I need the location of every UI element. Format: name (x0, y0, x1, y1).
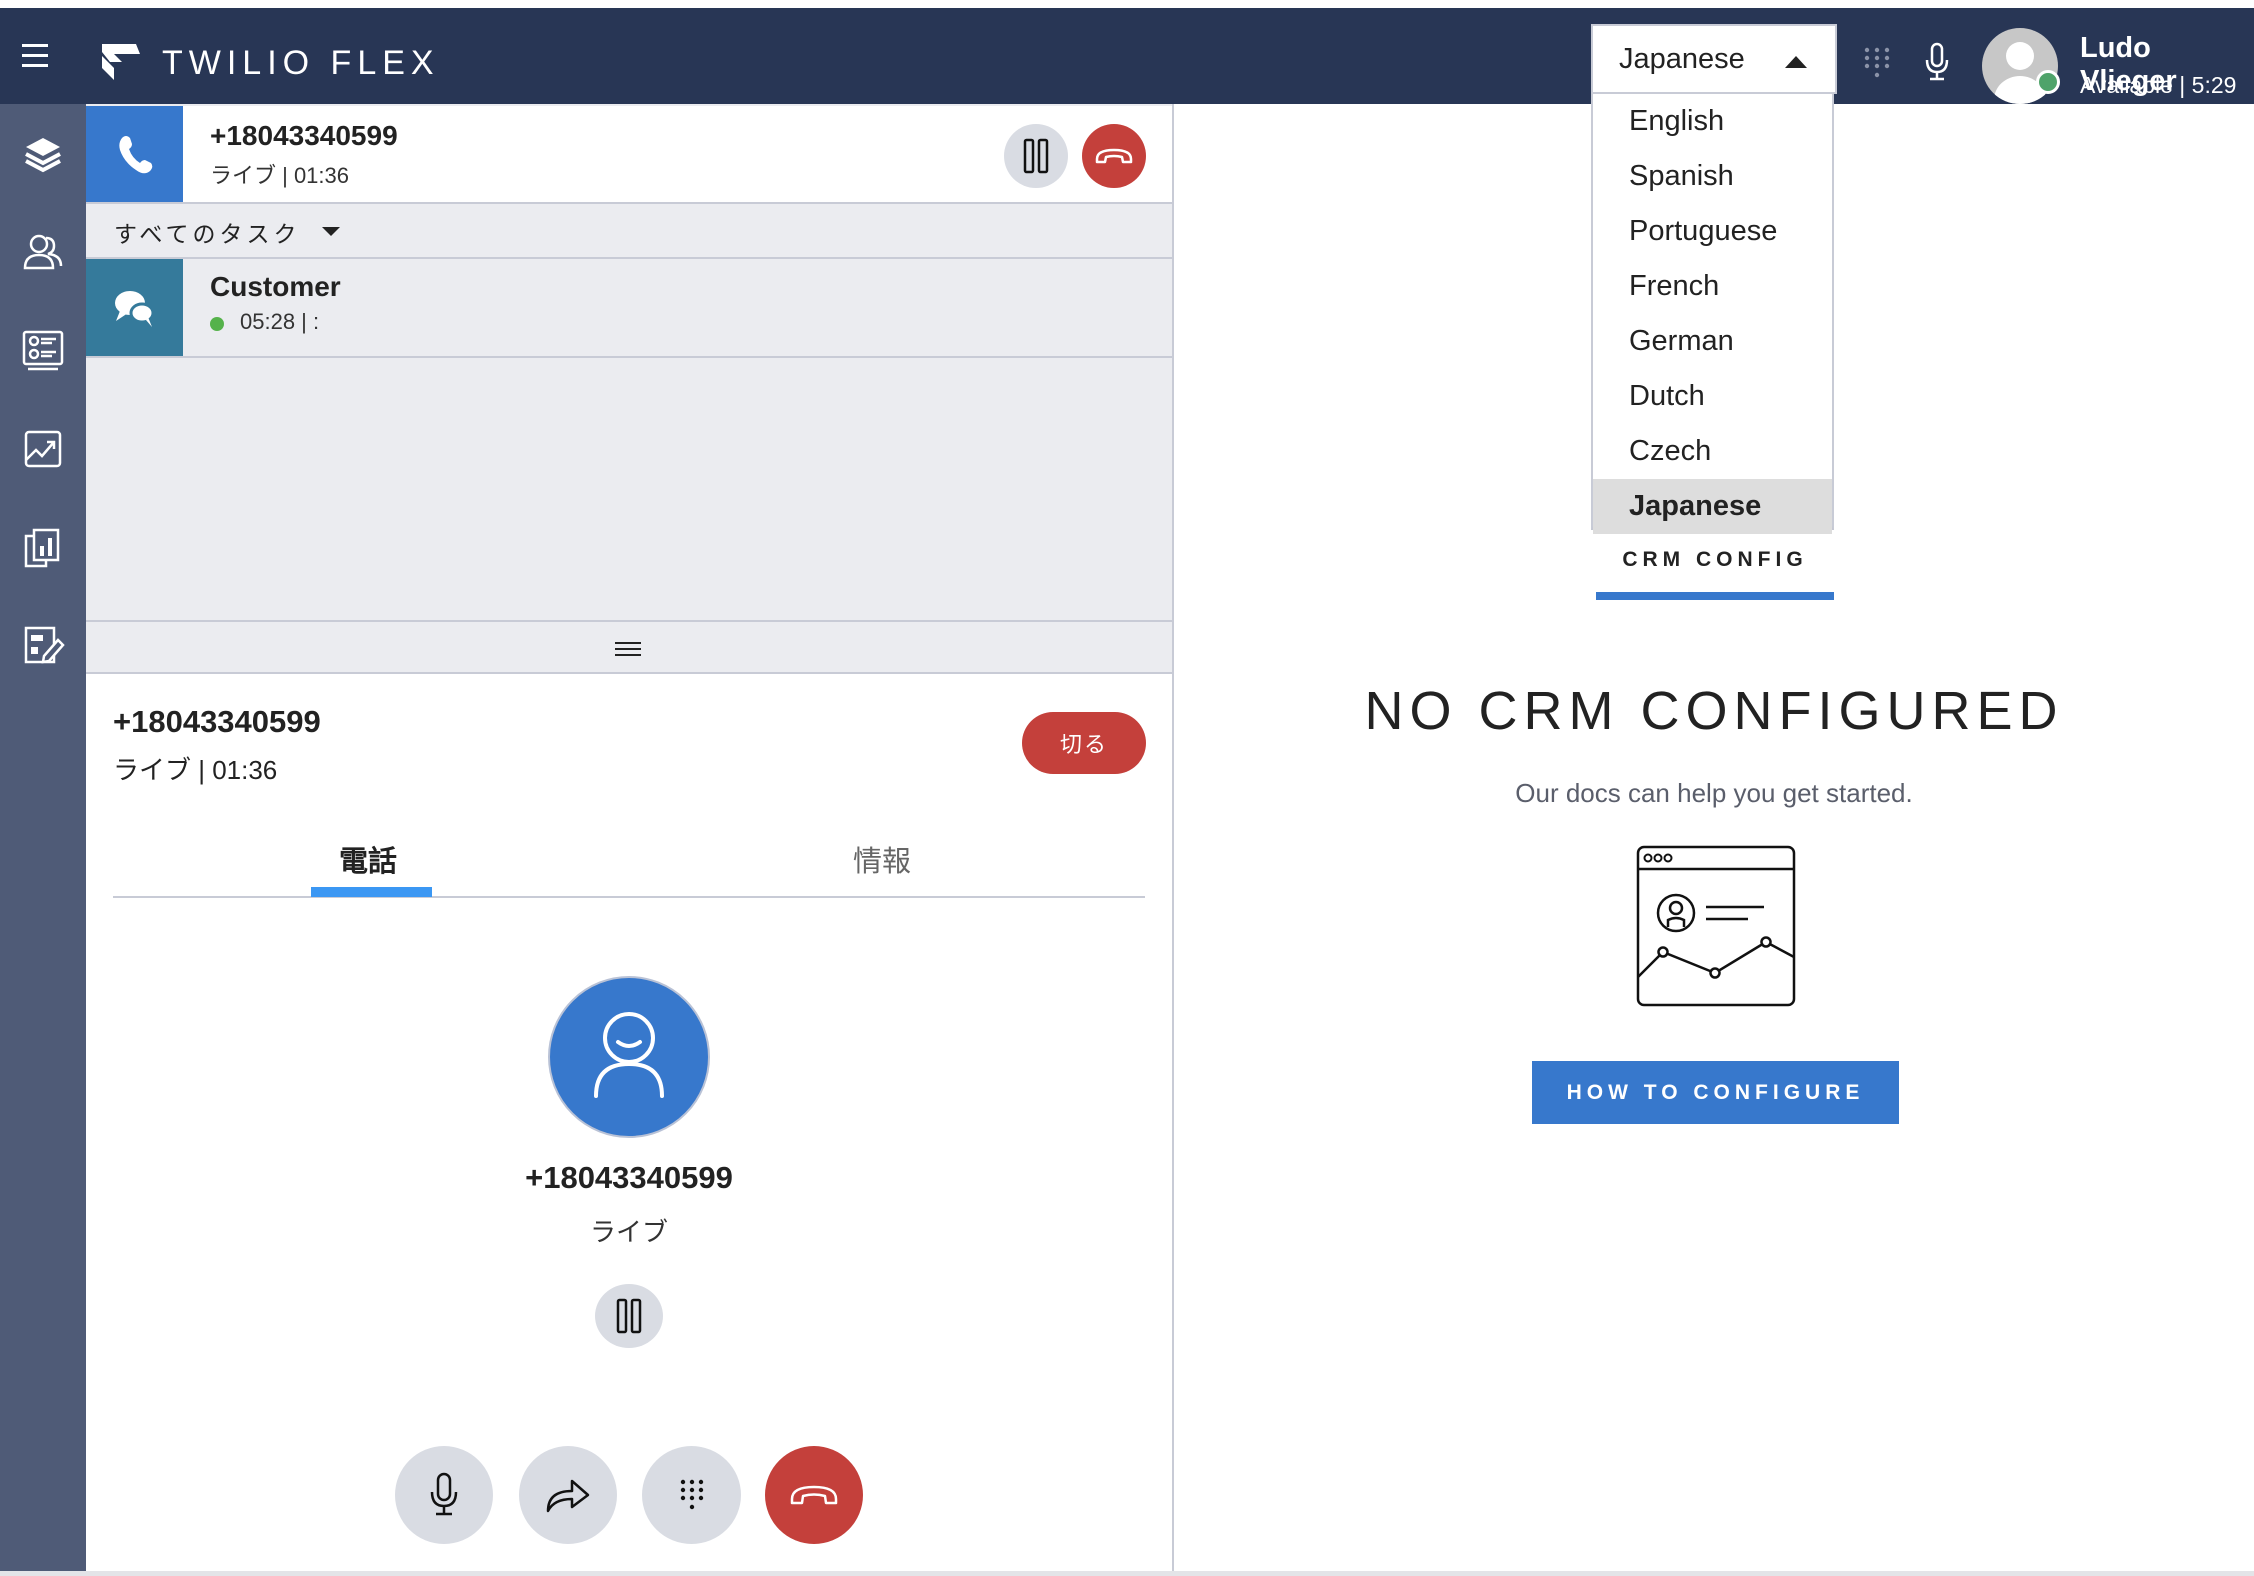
availability-status-dot (2036, 70, 2060, 94)
pause-icon (1023, 138, 1049, 174)
tab-crm-config[interactable]: CRM CONFIG (1596, 548, 1834, 572)
hold-button[interactable] (1004, 124, 1068, 188)
task-item-voice[interactable]: +18043340599 ライブ | 01:36 (86, 106, 1172, 204)
call-status: ライブ | 01:36 (113, 755, 278, 785)
bottom-strip (0, 1571, 2254, 1576)
task-subtitle: 05:28 | : (240, 309, 320, 334)
crm-browser-illustration-icon (1636, 845, 1796, 1007)
task-subtitle: ライブ | 01:36 (210, 163, 349, 188)
dialpad-icon (680, 1479, 703, 1510)
language-options-list: English Spanish Portuguese French German… (1591, 94, 1834, 534)
twilio-flex-logo-icon (100, 44, 140, 80)
chat-bubbles-icon (115, 291, 155, 327)
end-call-button[interactable]: 切る (1022, 712, 1146, 774)
hamburger-line (22, 64, 48, 67)
active-tab-indicator (311, 887, 432, 897)
hangup-icon (1095, 148, 1133, 164)
dialpad-icon[interactable] (1862, 46, 1892, 82)
phone-icon (119, 136, 153, 174)
top-strip (0, 0, 2254, 8)
participant-hold-button[interactable] (595, 1284, 663, 1348)
tab-call[interactable]: 電話 (339, 838, 397, 880)
layers-icon[interactable] (18, 130, 68, 180)
crm-empty-title: NO CRM CONFIGURED (1364, 681, 2064, 741)
menu-toggle-button[interactable] (22, 44, 56, 72)
task-item-chat[interactable]: Customer 05:28 | : (86, 259, 1172, 358)
crm-empty-subtitle: Our docs can help you get started. (1515, 778, 1913, 808)
language-option-german[interactable]: German (1593, 314, 1832, 369)
transfer-button[interactable] (519, 1446, 617, 1544)
queues-icon[interactable] (18, 326, 68, 376)
language-option-spanish[interactable]: Spanish (1593, 149, 1832, 204)
call-canvas: +18043340599 ライブ | 01:36 切る 電話 情報 +18043… (86, 674, 1172, 1571)
hamburger-line (22, 54, 48, 57)
hangup-icon (790, 1485, 838, 1505)
language-option-czech[interactable]: Czech (1593, 424, 1832, 479)
teams-icon[interactable] (18, 228, 68, 278)
task-title: Customer (210, 271, 341, 302)
caret-down-icon (322, 227, 341, 236)
hangup-button[interactable] (1082, 124, 1146, 188)
language-option-dutch[interactable]: Dutch (1593, 369, 1832, 424)
panel-resize-handle[interactable] (86, 620, 1172, 674)
hangup-button[interactable] (765, 1446, 863, 1544)
language-option-japanese[interactable]: Japanese (1593, 479, 1832, 534)
microphone-icon (430, 1472, 458, 1516)
language-select[interactable]: Japanese (1591, 24, 1837, 94)
reports-icon[interactable] (18, 522, 68, 572)
participant-status: ライブ (589, 1217, 668, 1247)
task-filter-dropdown[interactable]: すべてのタスク (86, 206, 1172, 259)
user-activity-status: Available | 5:29 (2080, 72, 2237, 98)
task-channel-chat (86, 259, 183, 356)
how-to-configure-button[interactable]: HOW TO CONFIGURE (1532, 1061, 1899, 1124)
mute-button[interactable] (395, 1446, 493, 1544)
analytics-icon[interactable] (18, 424, 68, 474)
task-filter-label: すべてのタスク (114, 220, 301, 247)
active-tab-indicator (1596, 592, 1834, 600)
language-option-portuguese[interactable]: Portuguese (1593, 204, 1832, 259)
side-navigation (0, 104, 86, 1576)
microphone-icon[interactable] (1924, 42, 1950, 82)
user-icon (594, 1012, 664, 1098)
call-number: +18043340599 (113, 704, 321, 739)
language-option-french[interactable]: French (1593, 259, 1832, 314)
call-tabs: 電話 情報 (113, 828, 1145, 898)
task-channel-voice (86, 106, 183, 202)
caret-up-icon (1785, 56, 1807, 68)
app-title: TWILIO FLEX (162, 44, 440, 82)
main-header: TWILIO FLEX Ludo Vlieger Available | 5:2… (0, 8, 2254, 104)
edit-form-icon[interactable] (18, 620, 68, 670)
participant-number: +18043340599 (525, 1160, 733, 1195)
tab-info[interactable]: 情報 (853, 838, 911, 880)
language-select-value: Japanese (1619, 42, 1745, 75)
task-title: +18043340599 (210, 120, 398, 151)
drag-handle-icon (615, 642, 641, 660)
language-option-english[interactable]: English (1593, 94, 1832, 149)
hamburger-line (22, 44, 48, 47)
pause-icon (616, 1298, 642, 1334)
participant-avatar (548, 976, 710, 1138)
task-status-dot (210, 317, 224, 331)
dialpad-button[interactable] (642, 1446, 741, 1544)
forward-arrow-icon (546, 1479, 590, 1513)
